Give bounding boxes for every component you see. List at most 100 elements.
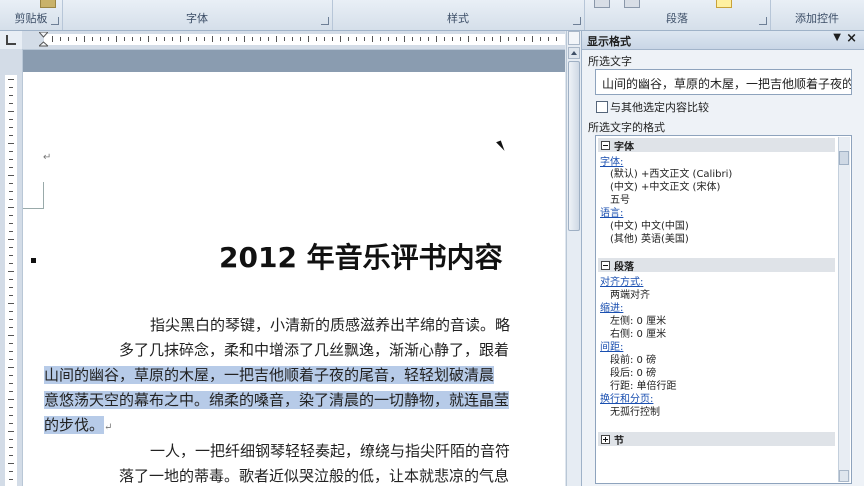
ruler-tick	[324, 37, 325, 41]
ruler-tick	[372, 36, 373, 42]
font-launcher-icon[interactable]	[321, 17, 329, 25]
ruler-tick	[108, 37, 109, 41]
clipboard-group: 剪贴板	[0, 0, 63, 30]
paragraph-section-title: 段落	[614, 262, 634, 273]
document-scrollbar[interactable]	[566, 31, 581, 486]
ruler-tick	[276, 36, 277, 42]
ruler-tick	[76, 37, 77, 41]
ruler-tick	[444, 37, 445, 41]
ruler-tick	[404, 36, 405, 42]
ruler-tick	[8, 335, 14, 336]
doc-line-3-selected[interactable]: 山间的幽谷，草原的木屋，一把吉他顺着子夜的尾音，轻轻划破清晨	[44, 363, 495, 388]
addin-group-label: 添加控件	[795, 12, 839, 25]
paragraph-section-header[interactable]: 段落	[598, 258, 835, 273]
anchor-bullet-icon	[31, 258, 36, 263]
ruler-tick	[8, 303, 14, 304]
doc-line-2[interactable]: 多了几抹碎念，柔和中增添了几丝飘逸，渐渐心静了，跟着	[119, 338, 509, 363]
doc-line-1[interactable]: 指尖黑白的琴键，小清新的质感滋养出芊绵的音读。略	[150, 313, 510, 338]
paragraph-tool2-icon[interactable]	[624, 0, 640, 8]
ruler-tick	[9, 263, 13, 264]
ruler-tick	[484, 37, 485, 41]
selected-text-box[interactable]: 山间的幽谷，草原的木屋，一把吉他顺着子夜的	[595, 69, 852, 95]
reveal-formatting-icon[interactable]	[716, 0, 732, 8]
document-title[interactable]: 2012 年音乐评书内容	[219, 236, 503, 276]
ruler-tick	[9, 119, 13, 120]
ruler-tick	[196, 37, 197, 41]
doc-line-6[interactable]: 一人，一把纤细钢琴轻轻奏起，缭绕与指尖阡陌的音符	[150, 439, 510, 464]
tab-stop-icon	[6, 35, 16, 45]
doc-line-4-selected[interactable]: 意悠荡天空的幕布之中。绵柔的嗓音，染了清晨的一切静物，就连晶莹	[44, 388, 510, 413]
ruler-tick	[9, 351, 13, 352]
ruler-tick	[156, 37, 157, 41]
compare-checkbox[interactable]	[596, 101, 608, 113]
section-section-header[interactable]: 节	[598, 432, 835, 447]
ruler-tick	[436, 36, 437, 42]
ruler-tick	[292, 37, 293, 41]
ruler-tick	[9, 231, 13, 232]
ruler-tick	[428, 37, 429, 41]
format-label: 所选文字的格式	[588, 121, 665, 134]
formatting-scrollbar[interactable]	[838, 137, 850, 482]
ruler-tick	[8, 367, 14, 368]
ruler-tick	[9, 479, 13, 480]
font-section-header[interactable]: 字体	[598, 138, 835, 153]
font-section-title: 字体	[614, 142, 634, 153]
ruler-tick	[8, 143, 14, 144]
ruler-tick	[9, 183, 13, 184]
formatting-scroll-down-button[interactable]	[839, 470, 849, 482]
expand-icon[interactable]	[601, 435, 610, 444]
ruler-tick	[140, 37, 141, 41]
ruler-tick	[60, 37, 61, 41]
ruler-tick	[9, 247, 13, 248]
ruler-tick	[8, 399, 14, 400]
indent-marker-icon[interactable]	[39, 32, 48, 48]
ruler-tick	[9, 447, 13, 448]
formatting-scroll-thumb[interactable]	[839, 151, 849, 165]
doc-line-5-selected[interactable]: 的步伐。↵	[44, 413, 112, 440]
ruler-tick	[300, 37, 301, 41]
collapse-icon-2[interactable]	[601, 261, 610, 270]
ruler-tick	[9, 407, 13, 408]
ruler-tick	[260, 37, 261, 41]
ruler-tick	[420, 37, 421, 41]
view-ruler-button[interactable]	[568, 31, 580, 45]
horizontal-ruler[interactable]	[22, 31, 565, 50]
selected-text-line-2[interactable]: 意悠荡天空的幕布之中。绵柔的嗓音，染了清晨的一切静物，就连晶莹	[44, 391, 510, 409]
reveal-formatting-pane: 显示格式 ▼ × 所选文字 山间的幽谷，草原的木屋，一把吉他顺着子夜的 与其他选…	[581, 31, 864, 486]
styles-launcher-icon[interactable]	[573, 17, 581, 25]
ruler-tick	[116, 36, 117, 42]
ruler-tick	[8, 431, 14, 432]
paragraph-tool-icon[interactable]	[594, 0, 610, 8]
ruler-tick	[8, 111, 14, 112]
scroll-thumb[interactable]	[568, 61, 580, 231]
ruler-tick	[92, 37, 93, 41]
ruler-text-area	[44, 34, 565, 45]
tab-selector[interactable]	[0, 31, 23, 49]
formatting-list[interactable]: 字体 字体: (默认) +西文正文 (Calibri) (中文) +中文正文 (…	[595, 135, 852, 484]
ruler-tick	[9, 215, 13, 216]
format-painter-icon[interactable]	[40, 0, 56, 8]
ruler-tick	[268, 37, 269, 41]
ruler-tick	[9, 223, 13, 224]
font-group-label: 字体	[186, 12, 208, 25]
selected-text-line-3[interactable]: 的步伐。	[44, 416, 105, 434]
styles-group-label: 样式	[447, 12, 469, 25]
ruler-tick	[212, 36, 213, 42]
paragraph-group-label: 段落	[666, 12, 688, 25]
document-page[interactable]: ↵ 2012 年音乐评书内容 指尖黑白的琴键，小清新的质感滋养出芊绵的音读。略 …	[23, 72, 565, 486]
collapse-icon[interactable]	[601, 141, 610, 150]
selected-text-line-1[interactable]: 山间的幽谷，草原的木屋，一把吉他顺着子夜的尾音，轻轻划破清晨	[44, 366, 495, 384]
scroll-up-button[interactable]	[568, 47, 580, 59]
pane-title-bar: 显示格式 ▼ ×	[582, 31, 864, 50]
vertical-ruler[interactable]	[0, 49, 23, 486]
ruler-tick	[9, 383, 13, 384]
selected-text-label: 所选文字	[588, 55, 632, 68]
clipboard-launcher-icon[interactable]	[51, 17, 59, 25]
ruler-tick	[9, 471, 13, 472]
document-area[interactable]: ↵ 2012 年音乐评书内容 指尖黑白的琴键，小清新的质感滋养出芊绵的音读。略 …	[23, 50, 565, 486]
ruler-tick	[164, 37, 165, 41]
pane-menu-chevron-down-icon[interactable]: ▼	[833, 32, 841, 43]
paragraph-launcher-icon[interactable]	[759, 17, 767, 25]
doc-line-7[interactable]: 落了一地的蒂毒。歌者近似哭泣般的低，让本就悲凉的气息	[119, 464, 509, 486]
pane-close-icon[interactable]: ×	[846, 31, 857, 46]
